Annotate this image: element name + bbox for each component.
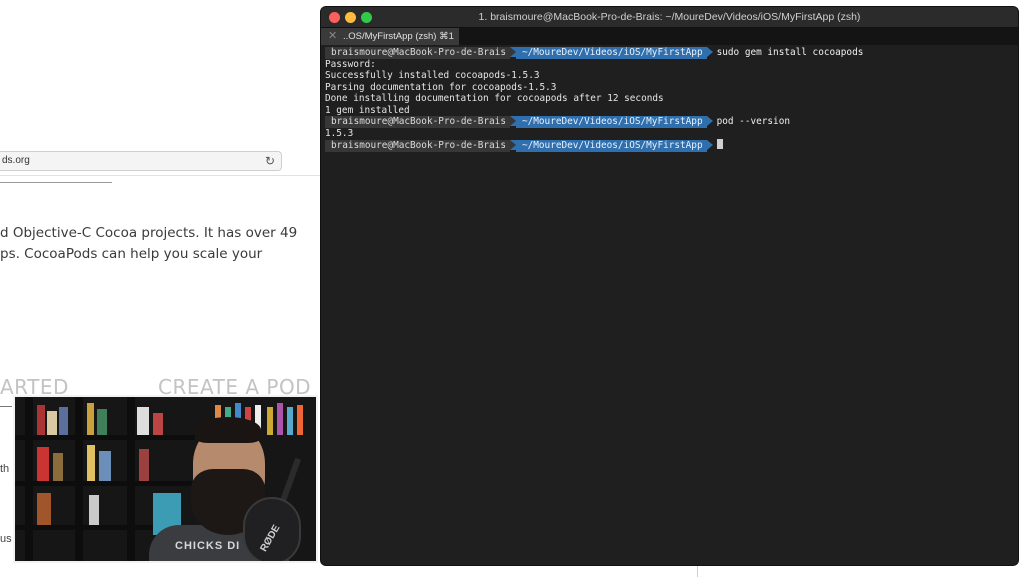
shelf-item [137,407,149,435]
output-line: 1.5.3 [325,127,354,139]
desktop: ds.org ↻ d Objective-C Cocoa projects. I… [0,0,1024,577]
command-text: sudo gem install cocoapods [716,47,864,58]
prompt-user: braismoure@MacBook-Pro-de-Brais [325,47,510,59]
prompt-line: braismoure@MacBook-Pro-de-Brais ~/MoureDe… [325,139,1015,152]
shelf-item [89,495,99,525]
command-text: pod --version [716,116,790,127]
reload-icon[interactable]: ↻ [265,154,275,168]
shelf-item [97,409,107,435]
page-text-fragment: us [0,533,12,545]
output-line: Successfully installed cocoapods-1.5.3 [325,70,540,81]
shelf-item [287,407,293,435]
tab-close-icon[interactable]: ✕ [328,29,337,42]
shelf-item [37,447,49,481]
shelf-item [267,407,273,435]
page-tab-underline [0,182,112,183]
terminal-tab-bar: ✕ ..OS/MyFirstApp (zsh) ⌘1 [321,28,1018,45]
terminal-output[interactable]: braismoure@MacBook-Pro-de-Brais ~/MoureDe… [325,47,1015,152]
prompt-path: ~/MoureDev/Videos/iOS/MyFirstApp [509,47,713,59]
shelf-item [87,445,95,481]
tab-label: ..OS/MyFirstApp (zsh) ⌘1 [343,31,454,42]
bookshelf-frame [75,397,83,561]
prompt-user: braismoure@MacBook-Pro-de-Brais [325,116,510,128]
shelf-item [297,405,303,435]
prompt-line: braismoure@MacBook-Pro-de-Brais ~/MoureDe… [325,47,1015,59]
shelf-item [99,451,111,481]
page-text-fragment: th [0,463,10,475]
shelf-item [59,407,68,435]
toolbar-divider [0,175,322,176]
output-line: Done installing documentation for cocoap… [325,93,664,104]
shelf-item [139,449,149,481]
shelf-item [37,405,45,435]
terminal-window[interactable]: 1. braismoure@MacBook-Pro-de-Brais: ~/Mo… [321,7,1018,565]
url-bar[interactable]: ds.org ↻ [0,151,282,171]
shelf-item [277,403,283,435]
shelf-item [153,413,163,435]
nav-underline [0,406,12,407]
prompt-line: braismoure@MacBook-Pro-de-Brais ~/MoureDe… [325,116,1015,128]
webcam-overlay: CHICKS DI RØDE [13,395,318,563]
bookshelf-frame [25,397,33,561]
prompt-path: ~/MoureDev/Videos/iOS/MyFirstApp [509,140,713,152]
page-description-line-2: ps. CocoaPods can help you scale your [0,246,263,262]
output-line: 1 gem installed [325,104,410,116]
shirt-text: CHICKS DI [175,540,241,552]
prompt-path: ~/MoureDev/Videos/iOS/MyFirstApp [509,116,713,128]
terminal-titlebar[interactable]: 1. braismoure@MacBook-Pro-de-Brais: ~/Mo… [321,7,1018,28]
shelf-item [53,453,63,481]
shelf-item [87,403,94,435]
bookshelf-frame [127,397,135,561]
output-line: Password: [325,58,376,70]
shelf-item [47,411,57,435]
window-title: 1. braismoure@MacBook-Pro-de-Brais: ~/Mo… [478,11,861,23]
url-text: ds.org [2,155,30,166]
output-line: Parsing documentation for cocoapods-1.5.… [325,81,557,93]
terminal-tab[interactable]: ✕ ..OS/MyFirstApp (zsh) ⌘1 [321,28,459,45]
prompt-user: braismoure@MacBook-Pro-de-Brais [325,140,510,152]
page-description-line-1: d Objective-C Cocoa projects. It has ove… [0,225,298,241]
shelf-item [37,493,51,525]
bookshelf-shelf [15,435,195,440]
person-hair [195,417,261,443]
bookshelf-shelf [15,481,195,486]
text-cursor [716,139,723,149]
